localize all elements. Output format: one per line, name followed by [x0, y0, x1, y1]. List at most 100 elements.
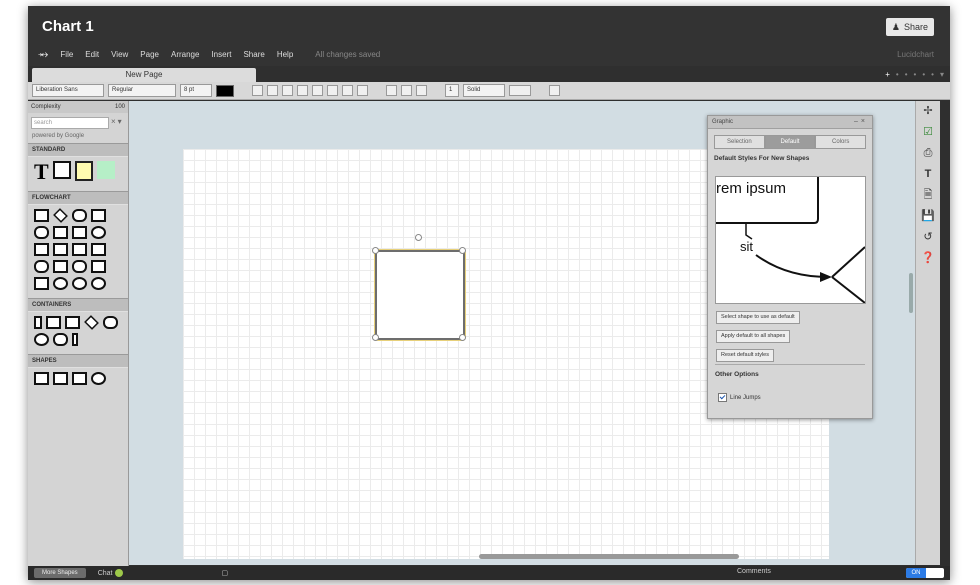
resize-handle-sw[interactable]	[372, 334, 379, 341]
superscript-button[interactable]	[312, 85, 323, 96]
save-icon[interactable]: 💾	[916, 206, 940, 227]
line-end-button[interactable]	[509, 85, 531, 96]
diamond-container-shape[interactable]	[84, 315, 99, 330]
menu-share[interactable]: Share	[243, 50, 264, 59]
bold-button[interactable]	[252, 85, 263, 96]
note-shape[interactable]	[74, 161, 93, 181]
triangle-shape[interactable]	[34, 372, 49, 385]
page-dot-icon[interactable]: •	[922, 70, 925, 79]
vertical-container-shape[interactable]	[34, 316, 42, 329]
right-triangle-shape[interactable]	[53, 372, 68, 385]
line-jumps-checkbox[interactable]: Line Jumps	[718, 393, 761, 402]
reset-default-button[interactable]: Reset default styles	[716, 349, 774, 362]
apply-default-button[interactable]: Apply default to all shapes	[716, 330, 791, 343]
card-shape[interactable]	[72, 243, 87, 256]
internal-storage-shape[interactable]	[91, 243, 106, 256]
history-icon[interactable]: ↺	[916, 227, 940, 248]
document-shape[interactable]	[53, 243, 68, 256]
database-shape[interactable]	[72, 226, 87, 239]
page-dot-icon[interactable]: •	[931, 70, 934, 79]
text-shape[interactable]: T	[34, 161, 49, 183]
panel-header[interactable]: Graphic –×	[708, 116, 872, 129]
tab-default[interactable]: Default	[764, 135, 816, 149]
page-dot-icon[interactable]: •	[905, 70, 908, 79]
section-containers[interactable]: CONTAINERS	[28, 298, 128, 312]
stored-data-shape[interactable]	[34, 260, 49, 273]
line-width-select[interactable]: 1	[445, 84, 459, 97]
swimlane-shape[interactable]	[72, 333, 78, 346]
connector-shape[interactable]	[53, 277, 68, 290]
selected-rectangle-shape[interactable]	[375, 250, 465, 340]
help-icon[interactable]: ❓	[916, 248, 940, 269]
resize-handle-se[interactable]	[459, 334, 466, 341]
resize-handle-nw[interactable]	[372, 247, 379, 254]
fill-button[interactable]	[357, 85, 368, 96]
comments-button[interactable]: Comments	[737, 568, 771, 575]
rotate-handle[interactable]	[415, 234, 422, 241]
pentagon-shape[interactable]	[72, 372, 87, 385]
text-icon[interactable]: T	[916, 164, 940, 185]
rounded-container-shape[interactable]	[103, 316, 118, 329]
section-flowchart[interactable]: FLOWCHART	[28, 191, 128, 205]
align-left-button[interactable]	[386, 85, 397, 96]
font-style-select[interactable]: Regular	[108, 84, 176, 97]
tab-selection[interactable]: Selection	[714, 135, 765, 149]
pill-container-shape[interactable]	[53, 333, 68, 346]
merge-shape[interactable]	[34, 277, 49, 290]
graphic-panel-icon[interactable]: ☑	[916, 122, 940, 143]
menu-help[interactable]: Help	[277, 50, 293, 59]
box-container-shape[interactable]	[65, 316, 80, 329]
decision-shape[interactable]	[53, 208, 68, 223]
align-right-button[interactable]	[416, 85, 427, 96]
predefined-process-shape[interactable]	[91, 209, 106, 222]
page-settings-icon[interactable]: ⎙	[916, 143, 940, 164]
clear-search-icon[interactable]: ×	[111, 117, 116, 129]
block-shape[interactable]	[52, 161, 71, 179]
resize-handle-ne[interactable]	[459, 247, 466, 254]
chat-window-icon[interactable]: ▢	[221, 569, 228, 577]
select-default-shape-button[interactable]: Select shape to use as default	[716, 311, 800, 324]
delay-shape[interactable]	[72, 260, 87, 273]
page-tab[interactable]: New Page	[32, 68, 256, 82]
horizontal-container-shape[interactable]	[46, 316, 61, 329]
or-shape[interactable]	[72, 277, 87, 290]
summing-junction-shape[interactable]	[91, 277, 106, 290]
underline-button[interactable]	[282, 85, 293, 96]
menu-file[interactable]: File	[60, 50, 73, 59]
font-size-select[interactable]: 8 pt	[180, 84, 212, 97]
menu-insert[interactable]: Insert	[211, 50, 231, 59]
document-icon[interactable]: 🗎	[916, 185, 940, 206]
section-standard[interactable]: STANDARD	[28, 143, 128, 157]
process-shape[interactable]	[34, 209, 49, 222]
strike-button[interactable]	[297, 85, 308, 96]
horizontal-scrollbar[interactable]	[479, 554, 739, 559]
terminator-shape[interactable]	[72, 209, 87, 222]
search-input[interactable]: search	[31, 117, 109, 129]
text-color-swatch[interactable]	[216, 84, 234, 97]
page-dot-icon[interactable]: •	[914, 70, 917, 79]
menu-page[interactable]: Page	[140, 50, 159, 59]
checkbox-checked-icon[interactable]	[718, 393, 727, 402]
link-button[interactable]	[342, 85, 353, 96]
align-center-button[interactable]	[401, 85, 412, 96]
manual-input-shape[interactable]	[91, 260, 106, 273]
comments-toggle[interactable]: ON	[906, 568, 944, 578]
user-name[interactable]: Lucidchart	[897, 50, 934, 59]
circle-shape[interactable]	[91, 226, 106, 239]
off-page-shape[interactable]	[53, 260, 68, 273]
panel-controls-icon[interactable]: –×	[854, 116, 868, 128]
ellipse-shape[interactable]	[91, 372, 106, 385]
page-menu-icon[interactable]: ▾	[940, 70, 944, 79]
data-shape[interactable]	[53, 226, 68, 239]
menu-arrange[interactable]: Arrange	[171, 50, 199, 59]
page-dot-icon[interactable]: •	[896, 70, 899, 79]
zoom-row[interactable]: Complexity 100	[28, 101, 128, 113]
more-shapes-button[interactable]: More Shapes	[34, 568, 86, 578]
vertical-scrollbar[interactable]	[909, 273, 913, 313]
display-shape[interactable]	[34, 226, 49, 239]
tab-colors[interactable]: Colors	[815, 135, 867, 149]
colored-block-shape[interactable]	[96, 161, 115, 179]
move-icon[interactable]: ✢	[916, 101, 940, 122]
menu-view[interactable]: View	[111, 50, 128, 59]
dropdown-icon[interactable]: ▾	[118, 117, 122, 129]
